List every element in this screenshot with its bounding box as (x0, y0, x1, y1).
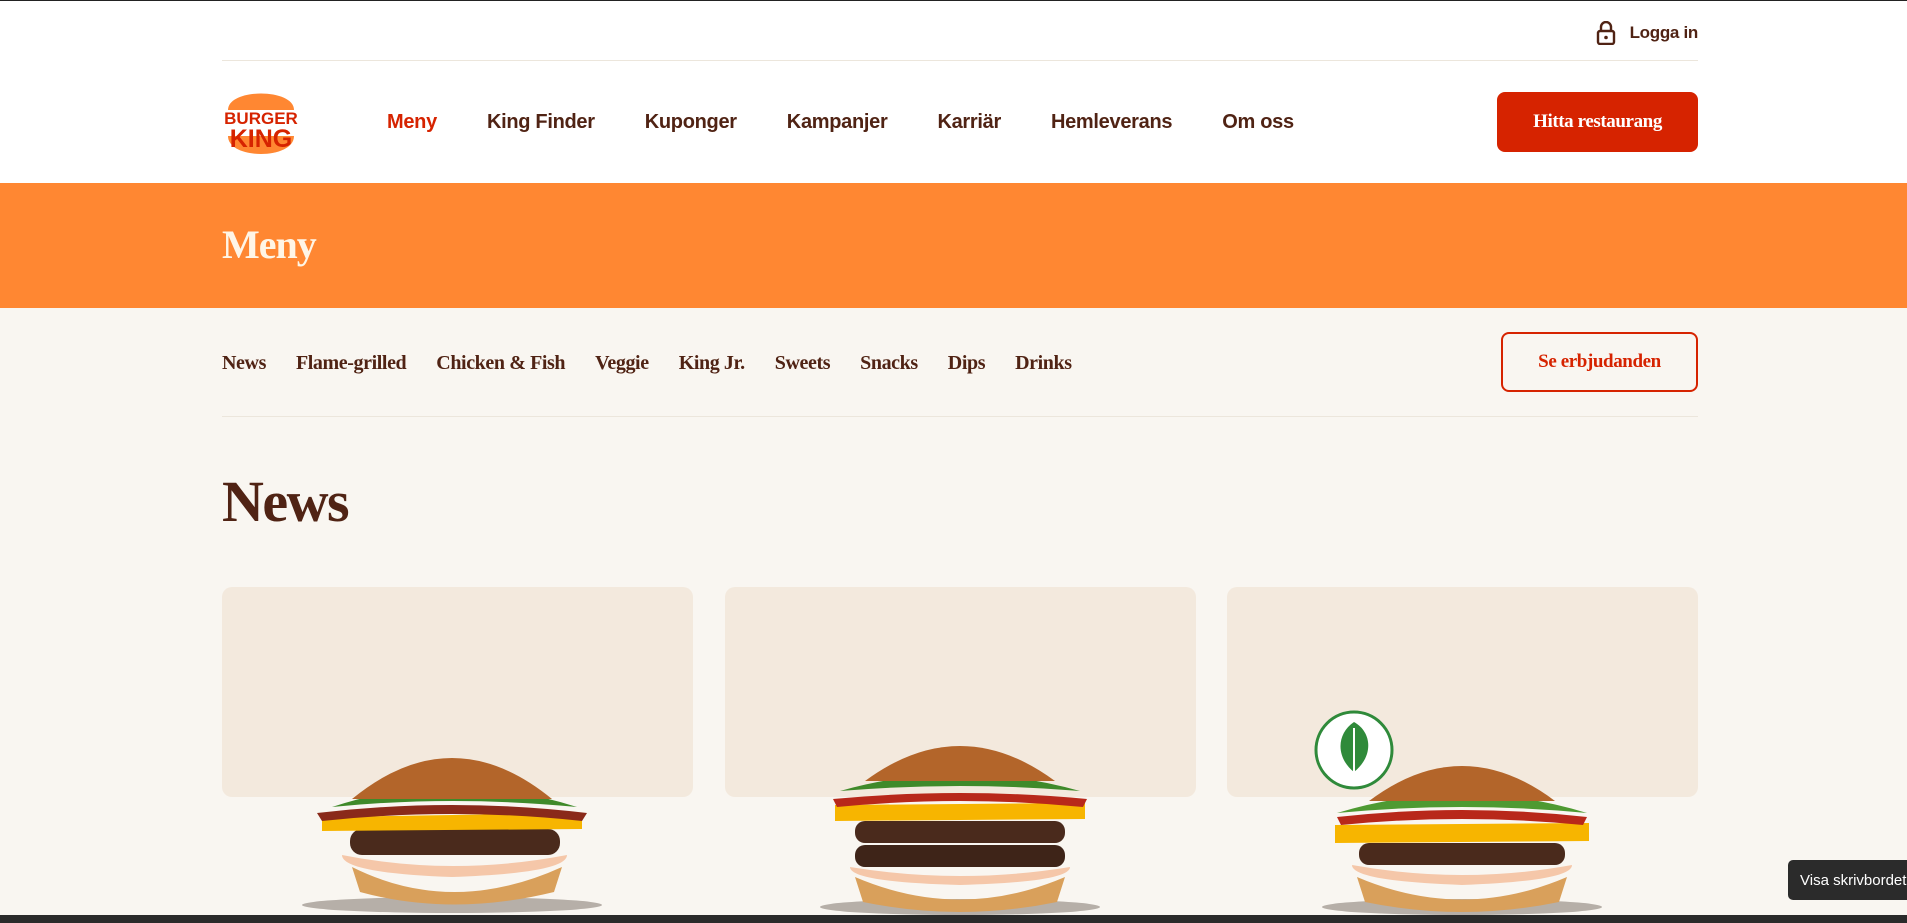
section-title-news: News (222, 469, 350, 534)
login-link[interactable]: Logga in (1596, 21, 1698, 45)
plant-based-badge-icon (1314, 710, 1394, 790)
bacon-burger-image (302, 758, 602, 913)
page-title: Meny (222, 222, 317, 267)
nav-item-karriar[interactable]: Karriär (937, 111, 1001, 134)
page-banner: Meny (0, 183, 1907, 308)
product-card[interactable] (1227, 587, 1698, 915)
see-offers-button[interactable]: Se erbjudanden (1501, 332, 1698, 392)
category-tabs: News Flame-grilled Chicken & Fish Veggie… (222, 352, 1102, 375)
category-flame-grilled[interactable]: Flame-grilled (296, 352, 407, 375)
main-navigation: BURGER KING Meny King Finder Kuponger Ka… (222, 62, 1698, 182)
taskbar-edge (0, 915, 1907, 923)
category-snacks[interactable]: Snacks (860, 352, 918, 375)
category-sweets[interactable]: Sweets (775, 352, 831, 375)
nav-item-king-finder[interactable]: King Finder (487, 111, 595, 134)
lock-icon (1596, 21, 1615, 45)
login-label: Logga in (1629, 23, 1699, 42)
primary-nav: Meny King Finder Kuponger Kampanjer Karr… (387, 111, 1344, 134)
nav-item-hemleverans[interactable]: Hemleverans (1051, 111, 1173, 134)
nav-item-om-oss[interactable]: Om oss (1222, 111, 1294, 134)
nav-item-kuponger[interactable]: Kuponger (645, 111, 737, 134)
find-restaurant-button[interactable]: Hitta restaurang (1497, 92, 1698, 152)
utility-bar: Logga in (222, 1, 1698, 61)
product-card[interactable] (222, 587, 693, 915)
category-drinks[interactable]: Drinks (1015, 352, 1072, 375)
svg-text:KING: KING (230, 125, 293, 153)
category-bar: News Flame-grilled Chicken & Fish Veggie… (222, 308, 1698, 417)
category-chicken-fish[interactable]: Chicken & Fish (436, 352, 565, 375)
category-news[interactable]: News (222, 352, 266, 375)
show-desktop-tooltip: Visa skrivbordet (1788, 860, 1907, 900)
product-card[interactable] (725, 587, 1196, 915)
nav-item-meny[interactable]: Meny (387, 111, 437, 134)
double-bacon-burger-image (820, 746, 1100, 915)
burger-king-logo[interactable]: BURGER KING (222, 80, 300, 164)
category-king-jr[interactable]: King Jr. (679, 352, 745, 375)
category-dips[interactable]: Dips (948, 352, 986, 375)
menu-content: News Flame-grilled Chicken & Fish Veggie… (0, 308, 1907, 915)
category-veggie[interactable]: Veggie (595, 352, 649, 375)
nav-item-kampanjer[interactable]: Kampanjer (787, 111, 888, 134)
